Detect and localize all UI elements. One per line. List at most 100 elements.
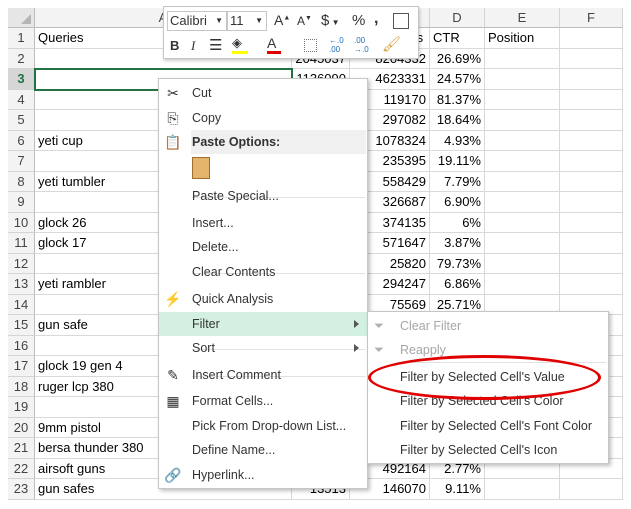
- cell-E9[interactable]: [485, 192, 560, 213]
- cell-F10[interactable]: [560, 212, 623, 233]
- cell-E11[interactable]: [485, 233, 560, 254]
- cell-F8[interactable]: [560, 171, 623, 192]
- cell-F7[interactable]: [560, 151, 623, 172]
- cell-D9[interactable]: 6.90%: [430, 192, 485, 213]
- cell-E4[interactable]: [485, 89, 560, 110]
- cell-D23[interactable]: 9.11%: [430, 479, 485, 500]
- menu-item-insert-comment[interactable]: ✎ Insert Comment: [159, 363, 367, 387]
- italic-button[interactable]: I: [191, 38, 195, 54]
- menu-item-quick-analysis[interactable]: ⚡ Quick Analysis: [159, 287, 367, 311]
- cell-D12[interactable]: 79.73%: [430, 253, 485, 274]
- bold-button[interactable]: B: [170, 38, 179, 53]
- cell-E1[interactable]: Position: [485, 28, 560, 49]
- row-header-13[interactable]: 13: [8, 274, 35, 295]
- row-header-10[interactable]: 10: [8, 212, 35, 233]
- cell-F13[interactable]: [560, 274, 623, 295]
- cell-D11[interactable]: 3.87%: [430, 233, 485, 254]
- row-header-16[interactable]: 16: [8, 335, 35, 356]
- cell-F5[interactable]: [560, 110, 623, 131]
- cell-E3[interactable]: [485, 69, 560, 90]
- submenu-item-filter-by-selected-cell-s-font-color[interactable]: Filter by Selected Cell's Font Color: [368, 414, 608, 438]
- align-center-icon[interactable]: ☰: [209, 36, 222, 54]
- row-header-21[interactable]: 21: [8, 438, 35, 459]
- row-header-23[interactable]: 23: [8, 479, 35, 500]
- cell-F12[interactable]: [560, 253, 623, 274]
- percent-button[interactable]: %: [352, 12, 365, 29]
- row-header-18[interactable]: 18: [8, 376, 35, 397]
- comma-button[interactable]: ,: [374, 10, 378, 28]
- submenu-item-filter-by-selected-cell-s-value[interactable]: Filter by Selected Cell's Value: [368, 365, 608, 389]
- grow-font-button[interactable]: A▲: [274, 12, 290, 28]
- decrease-decimal-icon[interactable]: .00 →.0: [354, 36, 369, 54]
- row-header-2[interactable]: 2: [8, 48, 35, 69]
- increase-decimal-icon[interactable]: ←.0.00: [329, 36, 344, 54]
- cell-E7[interactable]: [485, 151, 560, 172]
- row-header-19[interactable]: 19: [8, 397, 35, 418]
- menu-item-copy[interactable]: ⎘ Copy: [159, 106, 367, 130]
- row-header-15[interactable]: 15: [8, 315, 35, 336]
- paste-keep-source-icon[interactable]: [192, 157, 210, 179]
- menu-item-insert[interactable]: Insert...: [159, 211, 367, 235]
- cell-D13[interactable]: 6.86%: [430, 274, 485, 295]
- menu-item-clear-contents[interactable]: Clear Contents: [159, 260, 367, 284]
- shrink-font-button[interactable]: A▼: [297, 14, 312, 28]
- column-header-E[interactable]: E: [485, 8, 560, 28]
- cell-F1[interactable]: [560, 28, 623, 49]
- currency-button[interactable]: $ ▼: [321, 12, 339, 29]
- cell-D10[interactable]: 6%: [430, 212, 485, 233]
- cell-D4[interactable]: 81.37%: [430, 89, 485, 110]
- row-header-20[interactable]: 20: [8, 417, 35, 438]
- row-header-11[interactable]: 11: [8, 233, 35, 254]
- cell-D5[interactable]: 18.64%: [430, 110, 485, 131]
- cell-F11[interactable]: [560, 233, 623, 254]
- cell-D1[interactable]: CTR: [430, 28, 485, 49]
- font-size-dropdown[interactable]: 11 ▼: [227, 11, 267, 31]
- row-header-9[interactable]: 9: [8, 192, 35, 213]
- font-name-dropdown[interactable]: Calibri ▼: [167, 11, 227, 31]
- cell-D2[interactable]: 26.69%: [430, 48, 485, 69]
- wrap-format-icon[interactable]: [393, 13, 409, 29]
- cell-F3[interactable]: [560, 69, 623, 90]
- cell-F4[interactable]: [560, 89, 623, 110]
- cell-E23[interactable]: [485, 479, 560, 500]
- row-header-7[interactable]: 7: [8, 151, 35, 172]
- cell-E13[interactable]: [485, 274, 560, 295]
- column-header-D[interactable]: D: [430, 8, 485, 28]
- row-header-4[interactable]: 4: [8, 89, 35, 110]
- row-header-8[interactable]: 8: [8, 171, 35, 192]
- select-all-button[interactable]: [8, 8, 35, 28]
- submenu-item-filter-by-selected-cell-s-color[interactable]: Filter by Selected Cell's Color: [368, 389, 608, 413]
- borders-button[interactable]: [304, 39, 317, 52]
- submenu-item-filter-by-selected-cell-s-icon[interactable]: Filter by Selected Cell's Icon: [368, 438, 608, 462]
- menu-item-pick-from-drop-down-list[interactable]: Pick From Drop-down List...: [159, 414, 367, 438]
- cell-D7[interactable]: 19.11%: [430, 151, 485, 172]
- menu-item-filter[interactable]: Filter: [159, 312, 367, 336]
- cell-E10[interactable]: [485, 212, 560, 233]
- row-header-3[interactable]: 3: [8, 69, 35, 90]
- menu-item-define-name[interactable]: Define Name...: [159, 438, 367, 462]
- row-header-12[interactable]: 12: [8, 253, 35, 274]
- cell-E12[interactable]: [485, 253, 560, 274]
- cell-E6[interactable]: [485, 130, 560, 151]
- menu-item-cut[interactable]: ✂ Cut: [159, 81, 367, 105]
- row-header-5[interactable]: 5: [8, 110, 35, 131]
- menu-item-sort[interactable]: Sort: [159, 336, 367, 360]
- cell-F2[interactable]: [560, 48, 623, 69]
- row-header-17[interactable]: 17: [8, 356, 35, 377]
- cell-E5[interactable]: [485, 110, 560, 131]
- row-header-14[interactable]: 14: [8, 294, 35, 315]
- cell-F6[interactable]: [560, 130, 623, 151]
- row-header-6[interactable]: 6: [8, 130, 35, 151]
- cell-D6[interactable]: 4.93%: [430, 130, 485, 151]
- cell-D8[interactable]: 7.79%: [430, 171, 485, 192]
- row-header-22[interactable]: 22: [8, 458, 35, 479]
- menu-item-format-cells[interactable]: ▦ Format Cells...: [159, 389, 367, 413]
- row-header-1[interactable]: 1: [8, 28, 35, 49]
- menu-item-delete[interactable]: Delete...: [159, 235, 367, 259]
- format-painter-icon[interactable]: 🖌: [382, 35, 401, 53]
- cell-F23[interactable]: [560, 479, 623, 500]
- font-color-button[interactable]: A: [267, 35, 281, 54]
- menu-item-paste-special[interactable]: Paste Special...: [159, 184, 367, 208]
- fill-color-button[interactable]: ◈: [232, 35, 248, 54]
- menu-item-hyperlink[interactable]: 🔗 Hyperlink...: [159, 463, 367, 487]
